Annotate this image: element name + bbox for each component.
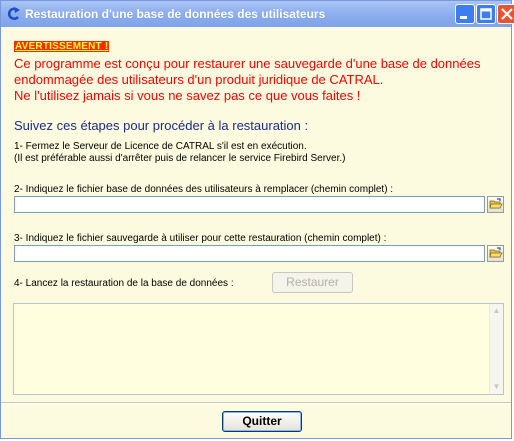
warning-line-2: endommagée des utilisateurs d'un produit… — [14, 72, 384, 87]
steps-heading: Suivez ces étapes pour procéder à la res… — [14, 118, 309, 133]
maximize-button[interactable] — [476, 4, 496, 24]
backup-file-input[interactable] — [14, 245, 485, 262]
log-scrollbar[interactable]: ▲ ▼ — [489, 304, 503, 394]
warning-line-1: Ce programme est conçu pour restaurer un… — [14, 56, 481, 71]
title-bar[interactable]: Restauration d'une base de données des u… — [1, 1, 514, 27]
minimize-icon — [460, 16, 467, 19]
restore-dialog: Restauration d'une base de données des u… — [0, 0, 514, 439]
warning-line-3: Ne l'utilisez jamais si vous ne savez pa… — [14, 88, 361, 103]
browse-backup-button[interactable] — [487, 245, 504, 262]
step2-label: 2- Indiquez le fichier base de données d… — [14, 184, 394, 195]
close-button[interactable] — [497, 4, 514, 24]
window-title: Restauration d'une base de données des u… — [25, 7, 326, 21]
step1-note: (Il est préférable aussi d'arrêter puis … — [14, 153, 346, 164]
quit-button[interactable]: Quitter — [222, 411, 302, 432]
restore-button[interactable]: Restaurer — [272, 272, 353, 293]
scroll-up-arrow-icon[interactable]: ▲ — [490, 304, 503, 318]
close-icon — [500, 8, 513, 20]
maximize-icon — [480, 8, 492, 20]
step1-label: 1- Fermez le Serveur de Licence de CATRA… — [14, 141, 307, 152]
open-folder-icon — [489, 198, 503, 209]
footer-divider — [1, 402, 511, 404]
log-textarea[interactable]: ▲ ▼ — [13, 303, 504, 395]
step3-label: 3- Indiquez le fichier sauvegarde à util… — [14, 233, 387, 244]
open-folder-icon — [489, 247, 503, 258]
restore-arrow-icon — [7, 7, 20, 21]
scroll-down-arrow-icon[interactable]: ▼ — [490, 380, 503, 394]
browse-database-button[interactable] — [487, 196, 504, 213]
minimize-button[interactable] — [455, 4, 475, 24]
database-file-input[interactable] — [14, 196, 485, 213]
warning-title: AVERTISSEMENT ! — [14, 41, 110, 52]
step4-label: 4- Lancez la restauration de la base de … — [14, 278, 234, 289]
